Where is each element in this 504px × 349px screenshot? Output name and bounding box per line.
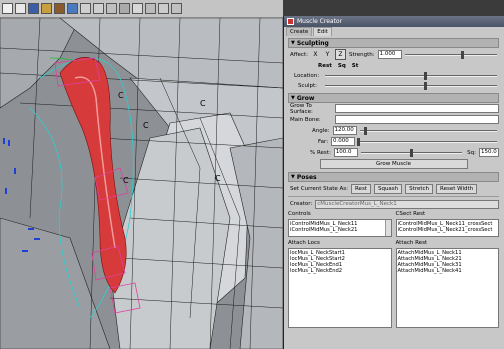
camera-icon[interactable] — [28, 3, 39, 14]
pose-rest-button[interactable]: Rest — [350, 183, 371, 194]
control-c-label: C — [143, 121, 149, 130]
controls-lists: Controls iControlMidMus_L_Neck11 iContro… — [284, 210, 503, 237]
attach-locs-label: Attach Locs — [288, 240, 320, 246]
far-slider[interactable] — [357, 137, 497, 146]
section-title: Sculpting — [296, 39, 329, 47]
controls-list[interactable]: iControlMidMus_L_Neck11 iControlMidMus_L… — [288, 219, 392, 237]
list-item[interactable]: iControlMidMus_L_Neck21_crossSect — [398, 227, 498, 233]
strength-field[interactable]: 1.000 — [377, 50, 402, 59]
pose-stretch-button[interactable]: Stretch — [405, 183, 434, 194]
tab-bar: Create Edit — [284, 27, 504, 36]
grid-icon[interactable] — [119, 3, 130, 14]
display-icon[interactable] — [41, 3, 52, 14]
section-title: Poses — [296, 173, 317, 181]
angle-field[interactable]: 120.00 — [332, 126, 357, 135]
main-bone-field[interactable] — [335, 115, 499, 124]
far-field[interactable]: 0.000 — [331, 137, 356, 146]
control-c-label: C — [200, 99, 206, 108]
control-c-label: C — [215, 174, 221, 183]
window-titlebar[interactable]: Muscle Creator — [284, 16, 504, 27]
pose-squash-button[interactable]: Squash — [373, 183, 403, 194]
tab-create[interactable]: Create — [286, 27, 313, 36]
grow-to-surface-field[interactable] — [335, 104, 499, 113]
sq-label: Sq: — [467, 149, 476, 156]
collapse-triangle-icon: ▼ — [291, 95, 295, 101]
scene-canvas[interactable]: C C C C C — [0, 18, 283, 349]
isolate-icon[interactable] — [132, 3, 143, 14]
wire-icon[interactable] — [158, 3, 169, 14]
list-item[interactable]: AttachMidMus_L_Neck41 — [398, 268, 498, 274]
strength-label: Strength: — [348, 51, 375, 58]
muscle-creator-window: Muscle Creator Create Edit ▼ Sculpting A… — [283, 16, 504, 349]
sculpt-slider[interactable] — [325, 82, 497, 90]
attach-rest-list[interactable]: AttachMidMus_L_Neck11 AttachMidMus_L_Nec… — [395, 248, 499, 328]
list-item[interactable]: locMus_L_NeckEnd2 — [290, 268, 390, 274]
shade-icon[interactable] — [80, 3, 91, 14]
scene-view[interactable]: C C C C C — [0, 18, 283, 349]
3d-viewport[interactable]: C C C C C — [0, 0, 283, 349]
mode-rest[interactable]: Rest — [318, 63, 332, 69]
list-item[interactable]: iControlMidMus_L_Neck21 — [290, 227, 390, 233]
viewport-toolbar — [0, 0, 283, 18]
grow-to-surface-label: Grow To Surface: — [290, 102, 313, 115]
poses-section-header[interactable]: ▼ Poses — [288, 172, 499, 182]
angle-slider[interactable] — [359, 126, 497, 135]
film-icon[interactable] — [145, 3, 156, 14]
axis-x-toggle[interactable]: X — [311, 50, 320, 59]
set-state-label: Set Current State As: — [290, 185, 348, 192]
axis-y-toggle[interactable]: Y — [323, 50, 332, 59]
grow-section-header[interactable]: ▼ Grow — [288, 93, 499, 103]
control-c-label: C — [123, 176, 129, 185]
display-icon[interactable] — [54, 3, 65, 14]
csect-rest-list[interactable]: iControlMidMus_L_Neck11_crossSect iContr… — [395, 219, 499, 237]
editor-content: ▼ Sculpting Affect: X Y Z Strength: 1.00… — [284, 36, 503, 349]
shade-icon[interactable] — [67, 3, 78, 14]
xray-icon[interactable] — [171, 3, 182, 14]
sculpt-label: Sculpt: — [298, 83, 318, 89]
location-label: Location: — [294, 73, 320, 79]
attach-lists: Attach Locs locMus_L_NeckStart1 locMus_L… — [284, 239, 503, 328]
rest-field[interactable]: 100.0 — [333, 148, 358, 157]
creator-label: Creator: — [290, 201, 313, 207]
camera-icon[interactable] — [15, 3, 26, 14]
control-c-label: C — [118, 91, 124, 100]
strength-slider[interactable] — [404, 50, 497, 59]
csect-rest-label: CSect Rest — [395, 211, 426, 217]
collapse-triangle-icon: ▼ — [291, 174, 295, 180]
controls-label: Controls — [288, 211, 311, 217]
axis-z-toggle[interactable]: Z — [334, 49, 346, 60]
reset-width-button[interactable]: Reset Width — [436, 183, 478, 194]
far-label: Far: — [318, 138, 329, 145]
select-icon[interactable] — [2, 3, 13, 14]
grow-muscle-button[interactable]: Grow Muscle — [319, 159, 468, 169]
main-bone-label: Main Bone: — [290, 116, 321, 123]
list-scrollbar[interactable] — [384, 220, 391, 236]
section-title: Grow — [296, 94, 315, 102]
mode-sq[interactable]: Sq — [338, 63, 346, 69]
creator-field[interactable]: cMuscleCreatorMus_L_Neck1 — [315, 199, 499, 209]
rest-slider[interactable] — [360, 148, 463, 157]
affect-label: Affect: — [290, 51, 308, 58]
sculpting-section-header[interactable]: ▼ Sculpting — [288, 38, 499, 48]
attach-rest-label: Attach Rest — [395, 240, 428, 246]
tab-edit[interactable]: Edit — [313, 27, 332, 36]
mode-st[interactable]: St — [352, 63, 359, 69]
collapse-triangle-icon: ▼ — [291, 40, 295, 46]
app-icon — [287, 18, 294, 25]
rest-label: % Rest: — [310, 149, 331, 156]
attach-locs-list[interactable]: locMus_L_NeckStart1 locMus_L_NeckStart2 … — [288, 248, 392, 328]
location-slider[interactable] — [325, 72, 497, 80]
light-icon[interactable] — [106, 3, 117, 14]
texture-icon[interactable] — [93, 3, 104, 14]
angle-label: Angle: — [312, 127, 330, 134]
sq-field[interactable]: 150.0 — [479, 148, 499, 157]
divider — [288, 196, 499, 197]
window-title: Muscle Creator — [297, 18, 343, 25]
